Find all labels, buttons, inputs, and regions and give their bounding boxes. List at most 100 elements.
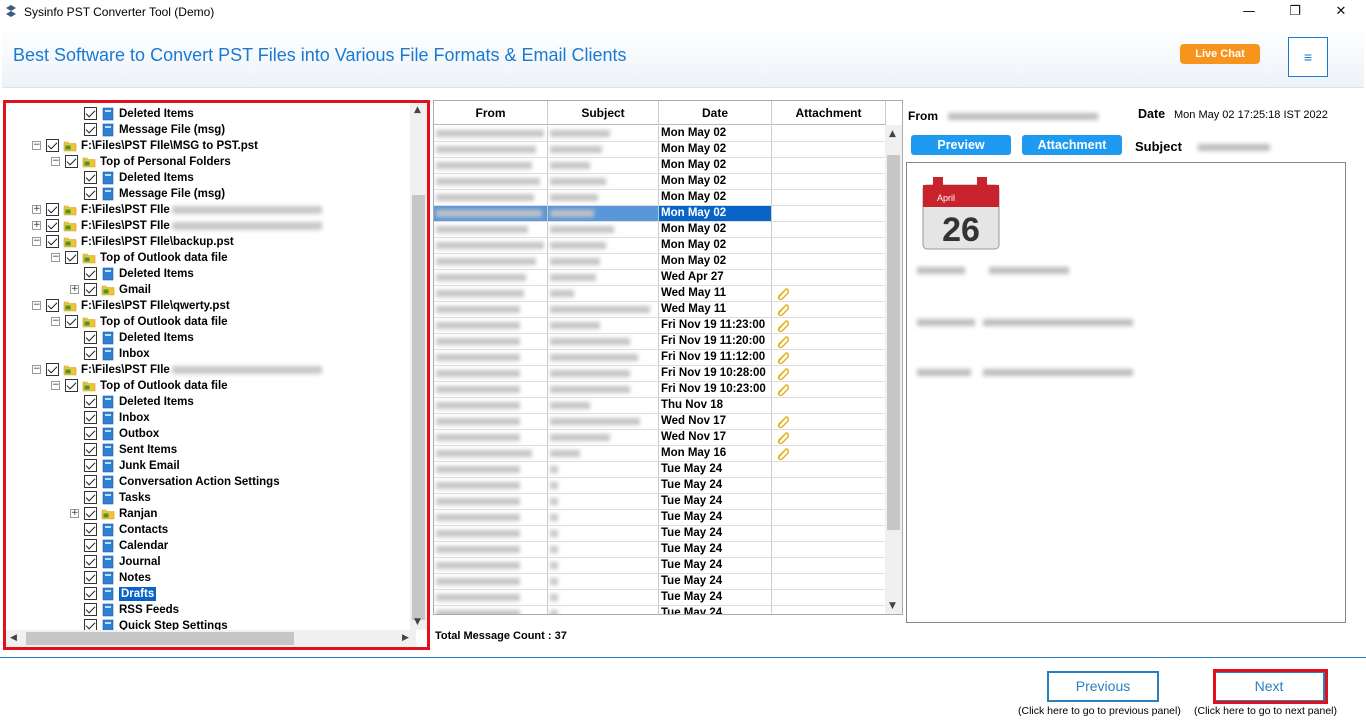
column-subject[interactable]: Subject — [548, 101, 659, 125]
tree-item[interactable]: Inbox — [32, 346, 412, 362]
expand-icon[interactable]: + — [32, 205, 41, 214]
tree-item-checkbox[interactable] — [84, 123, 97, 136]
table-row[interactable]: Mon May 02 — [434, 222, 886, 238]
folder-tree-panel[interactable]: Quick Step Settings RSS Feeds Drafts Notes J… — [3, 100, 430, 650]
column-date[interactable]: Date — [659, 101, 772, 125]
tree-item-checkbox[interactable] — [65, 315, 78, 328]
table-row[interactable]: Tue May 24 — [434, 574, 886, 590]
table-row[interactable]: Tue May 24 — [434, 542, 886, 558]
tree-item-checkbox[interactable] — [84, 347, 97, 360]
tree-item[interactable]: − Top of Outlook data file — [32, 250, 412, 266]
table-row[interactable]: Mon May 02 — [434, 142, 886, 158]
tree-item-checkbox[interactable] — [84, 539, 97, 552]
column-from[interactable]: From — [434, 101, 548, 125]
scroll-up-icon[interactable]: ▲ — [414, 105, 421, 115]
tree-item-checkbox[interactable] — [84, 555, 97, 568]
table-row[interactable]: Mon May 02 — [434, 158, 886, 174]
tree-item[interactable]: Deleted Items — [32, 266, 412, 282]
tree-item-checkbox[interactable] — [46, 219, 59, 232]
tree-item-checkbox[interactable] — [46, 235, 59, 248]
collapse-icon[interactable]: − — [32, 301, 41, 310]
tree-item-checkbox[interactable] — [84, 411, 97, 424]
close-button[interactable]: ✕ — [1318, 0, 1364, 24]
tree-item-checkbox[interactable] — [84, 603, 97, 616]
tree-item-checkbox[interactable] — [84, 107, 97, 120]
table-row[interactable]: Thu Nov 18 — [434, 398, 886, 414]
table-row[interactable]: Mon May 02 — [434, 190, 886, 206]
maximize-button[interactable]: ❐ — [1272, 0, 1318, 24]
table-row[interactable]: Tue May 24 — [434, 606, 886, 614]
collapse-icon[interactable]: − — [32, 141, 41, 150]
tree-item-checkbox[interactable] — [84, 395, 97, 408]
tree-item[interactable]: Contacts — [32, 522, 412, 538]
collapse-icon[interactable]: − — [51, 381, 60, 390]
tree-item[interactable]: + Ranjan — [32, 506, 412, 522]
tree-item-checkbox[interactable] — [84, 331, 97, 344]
tree-hscroll-thumb[interactable] — [26, 632, 294, 645]
tree-item[interactable]: Drafts — [32, 586, 412, 602]
grid-scroll-down-icon[interactable]: ▼ — [889, 601, 896, 611]
grid-scroll-up-icon[interactable]: ▲ — [889, 129, 896, 139]
scroll-right-icon[interactable]: ▶ — [402, 633, 409, 643]
tree-item[interactable]: Notes — [32, 570, 412, 586]
tree-item[interactable]: − Top of Personal Folders — [32, 154, 412, 170]
collapse-icon[interactable]: − — [51, 157, 60, 166]
tree-item[interactable]: Deleted Items — [32, 170, 412, 186]
tree-item[interactable]: − Top of Outlook data file — [32, 378, 412, 394]
collapse-icon[interactable]: − — [32, 365, 41, 374]
expand-icon[interactable]: + — [32, 221, 41, 230]
collapse-icon[interactable]: − — [32, 237, 41, 246]
tree-item-checkbox[interactable] — [84, 507, 97, 520]
tree-item[interactable]: + Gmail — [32, 282, 412, 298]
tree-item[interactable]: Deleted Items — [32, 106, 412, 122]
tree-horizontal-scrollbar[interactable]: ◀ ▶ — [6, 630, 416, 647]
previous-button[interactable]: Previous — [1047, 671, 1159, 702]
tree-item-checkbox[interactable] — [84, 459, 97, 472]
scroll-down-icon[interactable]: ▼ — [414, 617, 421, 627]
tree-item-checkbox[interactable] — [84, 427, 97, 440]
tree-item-checkbox[interactable] — [84, 475, 97, 488]
table-row[interactable]: Tue May 24 — [434, 462, 886, 478]
tree-item[interactable]: + F:\Files\PST FIle — [32, 218, 412, 234]
column-attachment[interactable]: Attachment — [772, 101, 886, 125]
preview-tab[interactable]: Preview — [911, 135, 1011, 155]
tree-item[interactable]: Calendar — [32, 538, 412, 554]
expand-icon[interactable]: + — [70, 285, 79, 294]
tree-item[interactable]: − F:\Files\PST FIle\MSG to PST.pst — [32, 138, 412, 154]
tree-item-checkbox[interactable] — [84, 443, 97, 456]
tree-item[interactable]: Sent Items — [32, 442, 412, 458]
tree-item[interactable]: Deleted Items — [32, 394, 412, 410]
tree-item-checkbox[interactable] — [84, 523, 97, 536]
minimize-button[interactable]: — — [1226, 0, 1272, 24]
table-row[interactable]: Mon May 02 — [434, 126, 886, 142]
tree-item[interactable]: Message File (msg) — [32, 122, 412, 138]
hamburger-menu-button[interactable]: ≡ — [1288, 37, 1328, 77]
table-row[interactable]: Wed Nov 17 — [434, 430, 886, 446]
tree-item-checkbox[interactable] — [84, 267, 97, 280]
table-row[interactable]: Tue May 24 — [434, 590, 886, 606]
tree-item[interactable]: Tasks — [32, 490, 412, 506]
grid-vscroll-thumb[interactable] — [887, 155, 900, 530]
tree-item-checkbox[interactable] — [84, 571, 97, 584]
tree-item-checkbox[interactable] — [84, 171, 97, 184]
table-row[interactable]: Wed May 11 — [434, 302, 886, 318]
tree-item-checkbox[interactable] — [65, 251, 78, 264]
table-row[interactable]: Mon May 02 — [434, 238, 886, 254]
live-chat-button[interactable]: Live Chat — [1180, 44, 1260, 64]
table-row[interactable]: Wed Apr 27 — [434, 270, 886, 286]
scroll-left-icon[interactable]: ◀ — [10, 633, 17, 643]
tree-item[interactable]: − Top of Outlook data file — [32, 314, 412, 330]
tree-item-checkbox[interactable] — [84, 587, 97, 600]
table-row[interactable]: Wed May 11 — [434, 286, 886, 302]
tree-item-checkbox[interactable] — [65, 155, 78, 168]
tree-vertical-scrollbar[interactable]: ▲ ▼ — [410, 103, 427, 630]
message-list-grid[interactable]: From Subject Date Attachment Mon May 02 M… — [433, 100, 903, 615]
tree-item-checkbox[interactable] — [84, 187, 97, 200]
table-row[interactable]: Tue May 24 — [434, 526, 886, 542]
table-row[interactable]: Fri Nov 19 11:20:00 — [434, 334, 886, 350]
attachment-tab[interactable]: Attachment — [1022, 135, 1122, 155]
tree-item[interactable]: − F:\Files\PST FIle — [32, 362, 412, 378]
table-row[interactable]: Tue May 24 — [434, 558, 886, 574]
tree-item[interactable]: − F:\Files\PST FIle\qwerty.pst — [32, 298, 412, 314]
collapse-icon[interactable]: − — [51, 317, 60, 326]
